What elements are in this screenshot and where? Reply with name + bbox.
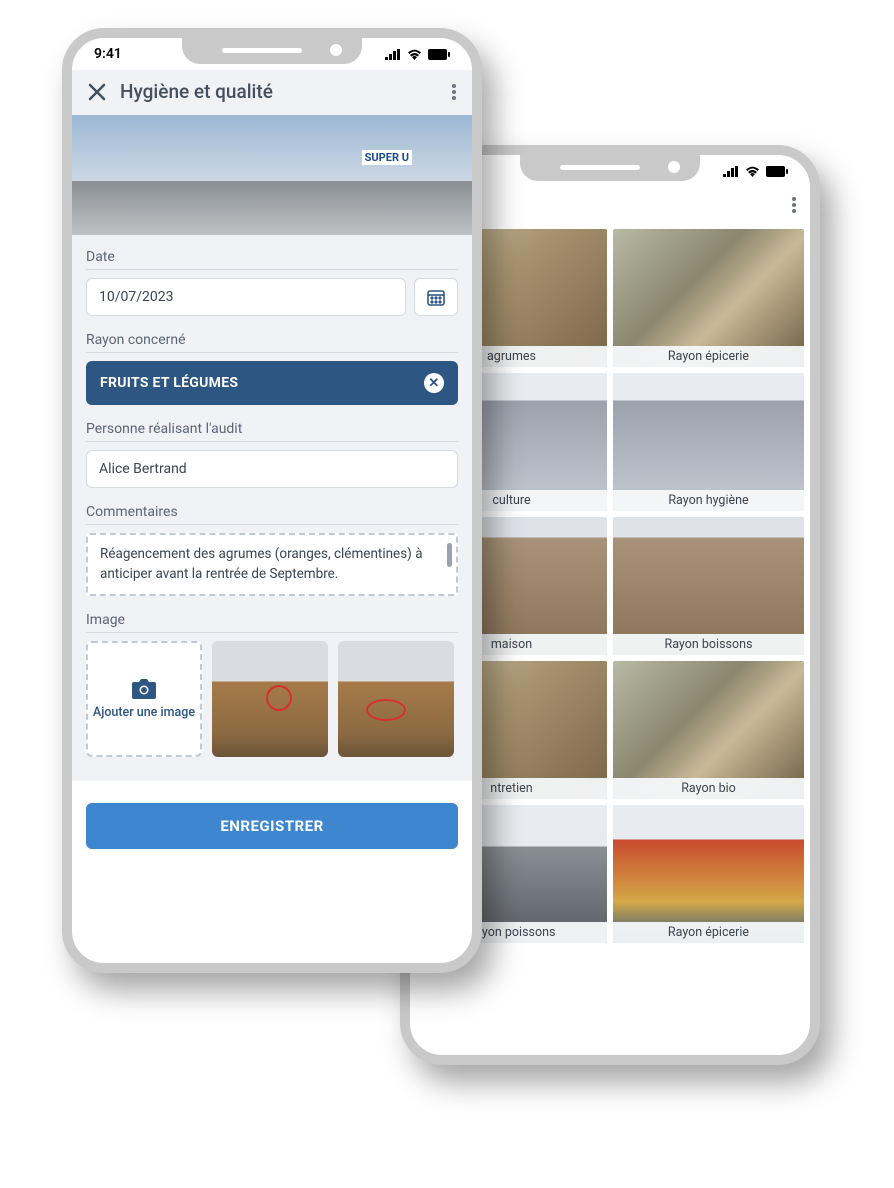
- rayon-value: FRUITS ET LÉGUMES: [100, 375, 238, 391]
- field-person: Personne réalisant l'audit Alice Bertran…: [86, 415, 458, 488]
- signal-icon: [723, 166, 739, 177]
- battery-icon: [428, 49, 450, 60]
- annotation-mark: [366, 699, 406, 721]
- gallery-caption: Rayon épicerie: [613, 922, 804, 943]
- phone-notch: [520, 153, 700, 181]
- date-label: Date: [86, 243, 458, 270]
- gallery-item[interactable]: Rayon bio: [613, 661, 804, 799]
- hero-image: [72, 115, 472, 235]
- page-title: Hygiène et qualité: [120, 80, 438, 103]
- add-image-label: Ajouter une image: [93, 705, 195, 720]
- form-content: Date 10/07/2023 Rayon concerné FRUITS ET…: [72, 235, 472, 781]
- rayon-chip[interactable]: FRUITS ET LÉGUMES ✕: [86, 361, 458, 405]
- calendar-icon: [426, 287, 446, 307]
- field-date: Date 10/07/2023: [86, 243, 458, 316]
- comments-label: Commentaires: [86, 498, 458, 525]
- gallery-caption: Rayon hygiène: [613, 490, 804, 511]
- signal-icon: [385, 49, 401, 60]
- gallery-item[interactable]: Rayon hygiène: [613, 373, 804, 511]
- add-image-button[interactable]: Ajouter une image: [86, 641, 202, 757]
- gallery-item[interactable]: Rayon boissons: [613, 517, 804, 655]
- person-label: Personne réalisant l'audit: [86, 415, 458, 442]
- clear-icon[interactable]: ✕: [424, 373, 444, 393]
- field-rayon: Rayon concerné FRUITS ET LÉGUMES ✕: [86, 326, 458, 405]
- phone-notch: [182, 36, 362, 64]
- calendar-button[interactable]: [414, 278, 458, 316]
- battery-icon: [766, 166, 788, 177]
- gallery-caption: Rayon boissons: [613, 634, 804, 655]
- annotation-mark: [266, 685, 292, 711]
- image-label: Image: [86, 606, 458, 633]
- status-time: 9:41: [94, 46, 122, 62]
- comments-textarea[interactable]: Réagencement des agrumes (oranges, cléme…: [86, 533, 458, 596]
- gallery-caption: Rayon épicerie: [613, 346, 804, 367]
- image-thumbnail[interactable]: [212, 641, 328, 757]
- image-thumbnail[interactable]: [338, 641, 454, 757]
- close-icon[interactable]: [88, 83, 106, 101]
- gallery-caption: Rayon bio: [613, 778, 804, 799]
- more-icon[interactable]: [452, 84, 456, 100]
- more-icon[interactable]: [792, 197, 796, 213]
- rayon-label: Rayon concerné: [86, 326, 458, 353]
- gallery-item[interactable]: Rayon épicerie: [613, 805, 804, 943]
- person-input[interactable]: Alice Bertrand: [86, 450, 458, 488]
- field-image: Image Ajouter une image: [86, 606, 458, 757]
- scrollbar[interactable]: [447, 543, 452, 567]
- camera-icon: [132, 679, 156, 699]
- comments-value: Réagencement des agrumes (oranges, cléme…: [100, 546, 423, 582]
- save-button[interactable]: ENREGISTRER: [86, 803, 458, 849]
- gallery-item[interactable]: Rayon épicerie: [613, 229, 804, 367]
- phone-front: 9:41 Hygiène et qualité Date 10/07/2023 …: [62, 28, 482, 973]
- wifi-icon: [745, 166, 760, 177]
- field-comments: Commentaires Réagencement des agrumes (o…: [86, 498, 458, 596]
- wifi-icon: [407, 49, 422, 60]
- date-input[interactable]: 10/07/2023: [86, 278, 406, 316]
- app-header: Hygiène et qualité: [72, 70, 472, 115]
